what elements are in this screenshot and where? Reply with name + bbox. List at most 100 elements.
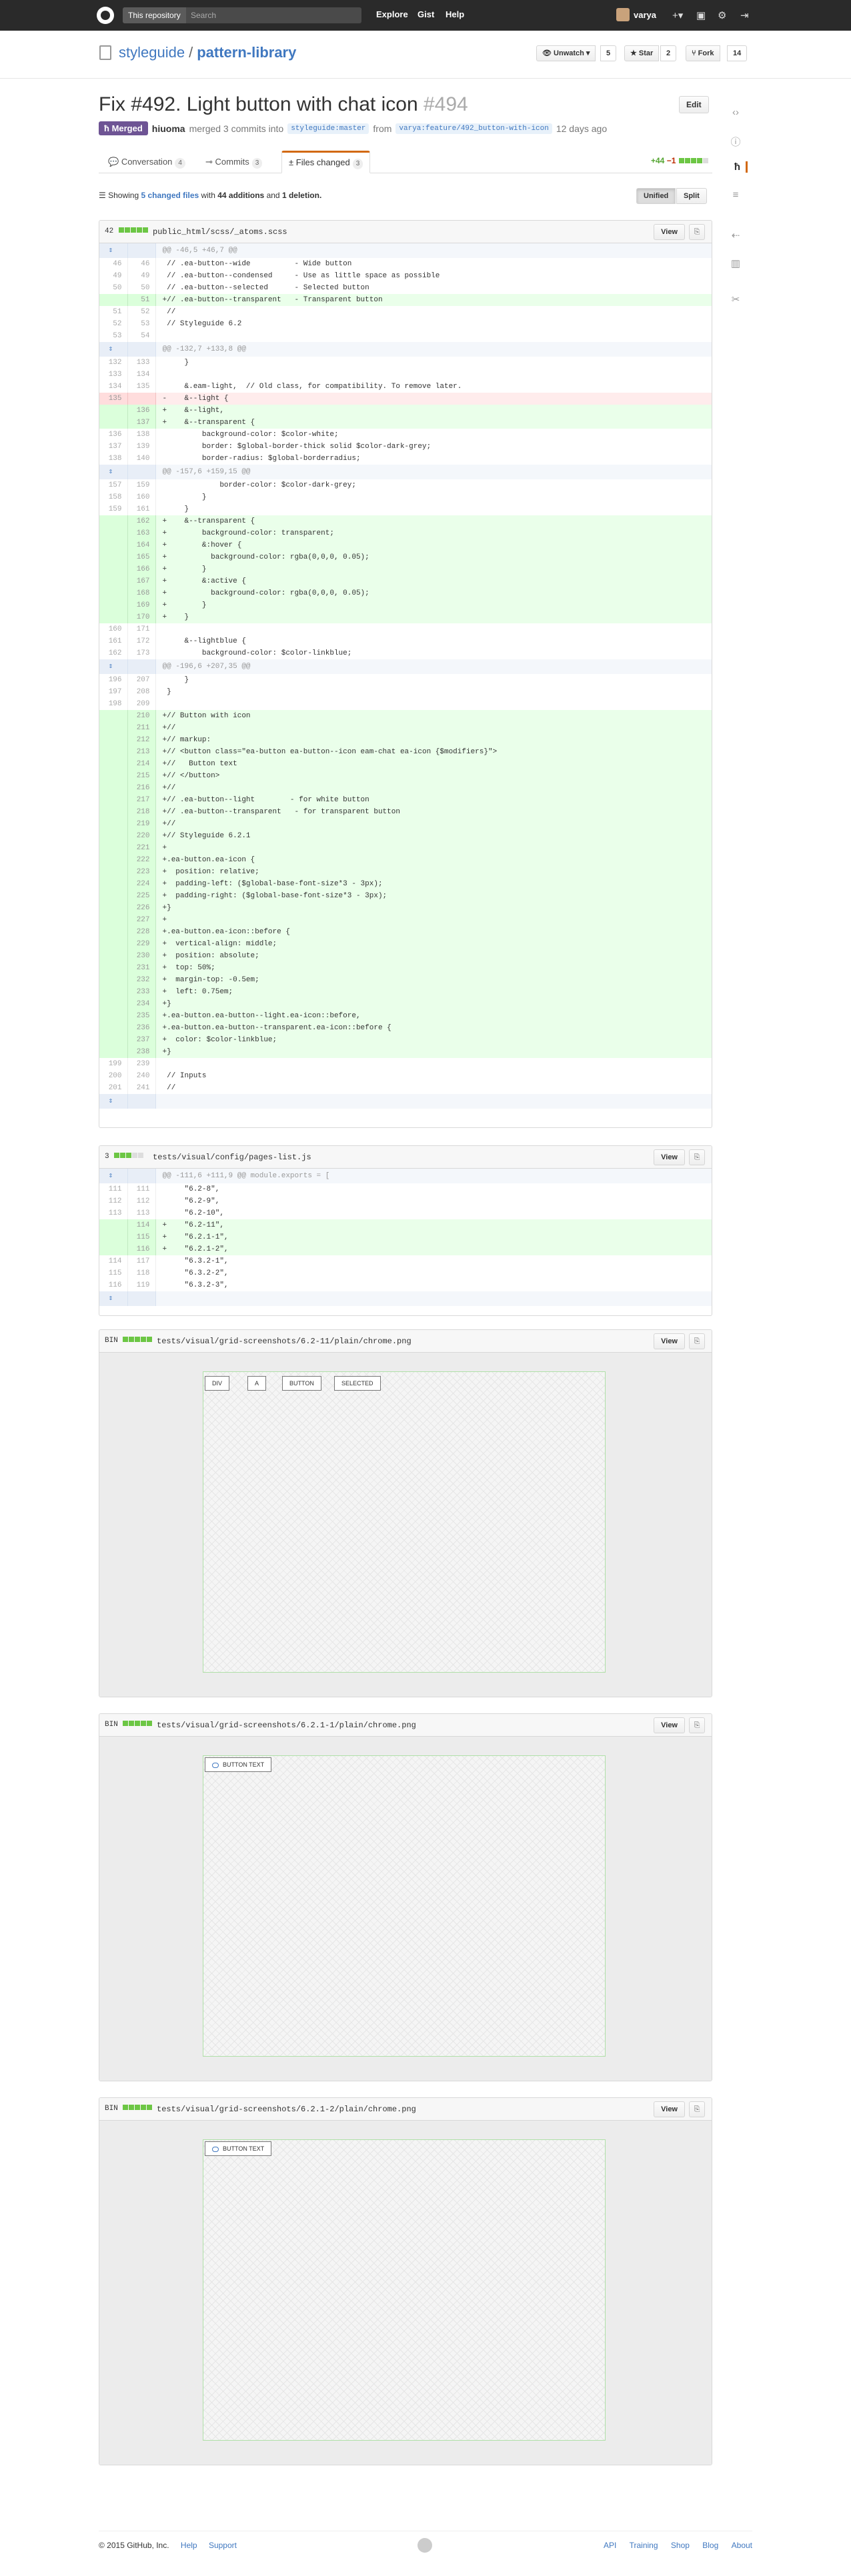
settings-icon[interactable]: ⚙	[718, 9, 726, 21]
toc-icon[interactable]: ☰	[99, 191, 106, 200]
user-menu[interactable]: varya	[616, 8, 656, 21]
view-file-button[interactable]: View	[654, 224, 685, 240]
nav-gist[interactable]: Gist	[417, 9, 434, 19]
pr-author[interactable]: hiuoma	[152, 123, 185, 134]
star-count[interactable]: 2	[660, 45, 677, 61]
username: varya	[634, 9, 656, 20]
file-path[interactable]: tests/visual/grid-screenshots/6.2.1-2/pl…	[157, 2105, 416, 2114]
code-text: +//	[155, 722, 712, 734]
repo-name-link[interactable]: pattern-library	[197, 44, 296, 61]
footer-about-link[interactable]: About	[732, 2541, 752, 2550]
view-file-button[interactable]: View	[654, 1149, 685, 1165]
graphs-icon[interactable]: ▥	[729, 257, 742, 269]
pulse-icon[interactable]: ⇠	[729, 229, 742, 241]
repo-owner-link[interactable]: styleguide	[119, 44, 185, 61]
new-line-number: 217	[127, 794, 156, 806]
footer-blog-link[interactable]: Blog	[702, 2541, 718, 2550]
nav-explore[interactable]: Explore	[376, 9, 408, 19]
file-path[interactable]: tests/visual/grid-screenshots/6.2-11/pla…	[157, 1337, 411, 1346]
search-bar[interactable]: This repository Search	[123, 7, 361, 23]
from-text: from	[373, 123, 392, 134]
desktop-icon[interactable]: ⎘	[689, 1149, 705, 1165]
expand-icon[interactable]: ⇕	[99, 1169, 128, 1183]
star-button[interactable]: ★ Star	[624, 45, 660, 61]
view-file-button[interactable]: View	[654, 1717, 685, 1733]
code-icon[interactable]: ‹›	[729, 107, 742, 118]
github-logo-icon[interactable]	[97, 7, 114, 24]
footer-shop-link[interactable]: Shop	[671, 2541, 690, 2550]
plus-icon[interactable]: +▾	[672, 9, 683, 21]
expand-icon[interactable]: ⇕	[99, 659, 128, 674]
new-line-number: 221	[127, 842, 156, 854]
desktop-icon[interactable]: ⎘	[689, 1717, 705, 1733]
new-line-number: 118	[127, 1267, 156, 1279]
footer-training-link[interactable]: Training	[630, 2541, 658, 2550]
tab-commits[interactable]: ⊸ Commits 3	[199, 151, 269, 173]
split-button[interactable]: Split	[676, 188, 707, 204]
edit-button[interactable]: Edit	[679, 96, 709, 113]
footer-help-link[interactable]: Help	[181, 2541, 197, 2550]
old-line-number: 133	[99, 369, 128, 381]
new-line-number: 113	[127, 1207, 156, 1219]
new-line-number: 136	[127, 405, 156, 417]
diff-line: 167 + &:active {	[99, 575, 712, 587]
desktop-icon[interactable]: ⎘	[689, 224, 705, 240]
image-preview: DIV A BUTTON SELECTED	[99, 1353, 712, 1697]
desktop-icon[interactable]: ⎘	[689, 1333, 705, 1349]
nav-help[interactable]: Help	[446, 9, 464, 19]
unwatch-button[interactable]: 👁 Unwatch ▾	[536, 45, 596, 61]
fork-count[interactable]: 14	[727, 45, 748, 61]
expand-icon[interactable]: ⇕	[99, 342, 128, 357]
view-file-button[interactable]: View	[654, 2101, 685, 2117]
diff-line: 163 + background-color: transparent;	[99, 527, 712, 539]
code-text: +.ea-button.ea-button--light.ea-icon::be…	[155, 1010, 712, 1022]
old-line-number: 162	[99, 647, 128, 659]
changed-files-link[interactable]: 5 changed files	[141, 191, 199, 200]
new-line-number: 210	[127, 710, 156, 722]
head-branch[interactable]: varya:feature/492_button-with-icon	[395, 123, 552, 134]
code-text: + &:hover {	[155, 539, 712, 551]
diff-line: 219 +//	[99, 818, 712, 830]
diff-line: 166 + }	[99, 563, 712, 575]
binary-file: BIN tests/visual/grid-screenshots/6.2.1-…	[99, 1713, 712, 2081]
footer-api-link[interactable]: API	[604, 2541, 616, 2550]
wiki-icon[interactable]: ≡	[729, 189, 742, 201]
code-text: +// Button text	[155, 758, 712, 770]
old-line-number: 115	[99, 1267, 128, 1279]
expand-icon[interactable]: ⇕	[99, 1094, 128, 1109]
new-line-number: 213	[127, 746, 156, 758]
sign-out-icon[interactable]: ⇥	[740, 9, 749, 21]
diff-line: 197 208 }	[99, 686, 712, 698]
code-text: + color: $color-linkblue;	[155, 1034, 712, 1046]
tab-conversation[interactable]: 💬 Conversation 4	[101, 151, 192, 173]
diff-line: 135 - &--light {	[99, 393, 712, 405]
view-file-button[interactable]: View	[654, 1333, 685, 1349]
code-text: + position: relative;	[155, 866, 712, 878]
old-line-number	[99, 587, 128, 599]
watch-count[interactable]: 5	[600, 45, 617, 61]
issues-icon[interactable]: ⓘ	[729, 135, 742, 149]
file-path[interactable]: public_html/scss/_atoms.scss	[153, 227, 287, 237]
pull-requests-icon[interactable]: ħ	[729, 161, 748, 173]
code-text: +.ea-button.ea-icon {	[155, 854, 712, 866]
expand-icon[interactable]: ⇕	[99, 243, 128, 258]
base-branch[interactable]: styleguide:master	[287, 123, 369, 134]
github-mark-icon[interactable]	[417, 2538, 432, 2553]
expand-icon[interactable]: ⇕	[99, 1291, 128, 1306]
expand-icon[interactable]: ⇕	[99, 465, 128, 479]
file-path[interactable]: tests/visual/config/pages-list.js	[153, 1153, 311, 1162]
old-line-number	[99, 611, 128, 623]
file-path[interactable]: tests/visual/grid-screenshots/6.2.1-1/pl…	[157, 1721, 416, 1730]
notifications-icon[interactable]: ▣	[696, 9, 706, 21]
old-line-number: 132	[99, 357, 128, 369]
diff-line: 213 +// <button class="ea-button ea-butto…	[99, 746, 712, 758]
footer-support-link[interactable]: Support	[209, 2541, 237, 2550]
fork-button[interactable]: ⑂ Fork	[686, 45, 720, 61]
hunk-header: ⇕	[99, 1094, 712, 1109]
settings-icon[interactable]: ✂	[729, 293, 742, 305]
desktop-icon[interactable]: ⎘	[689, 2101, 705, 2117]
tab-files-changed[interactable]: ± Files changed 3	[281, 151, 371, 173]
search-input[interactable]: Search	[191, 7, 216, 23]
diff-line: 132 133 }	[99, 357, 712, 369]
unified-button[interactable]: Unified	[636, 188, 676, 204]
